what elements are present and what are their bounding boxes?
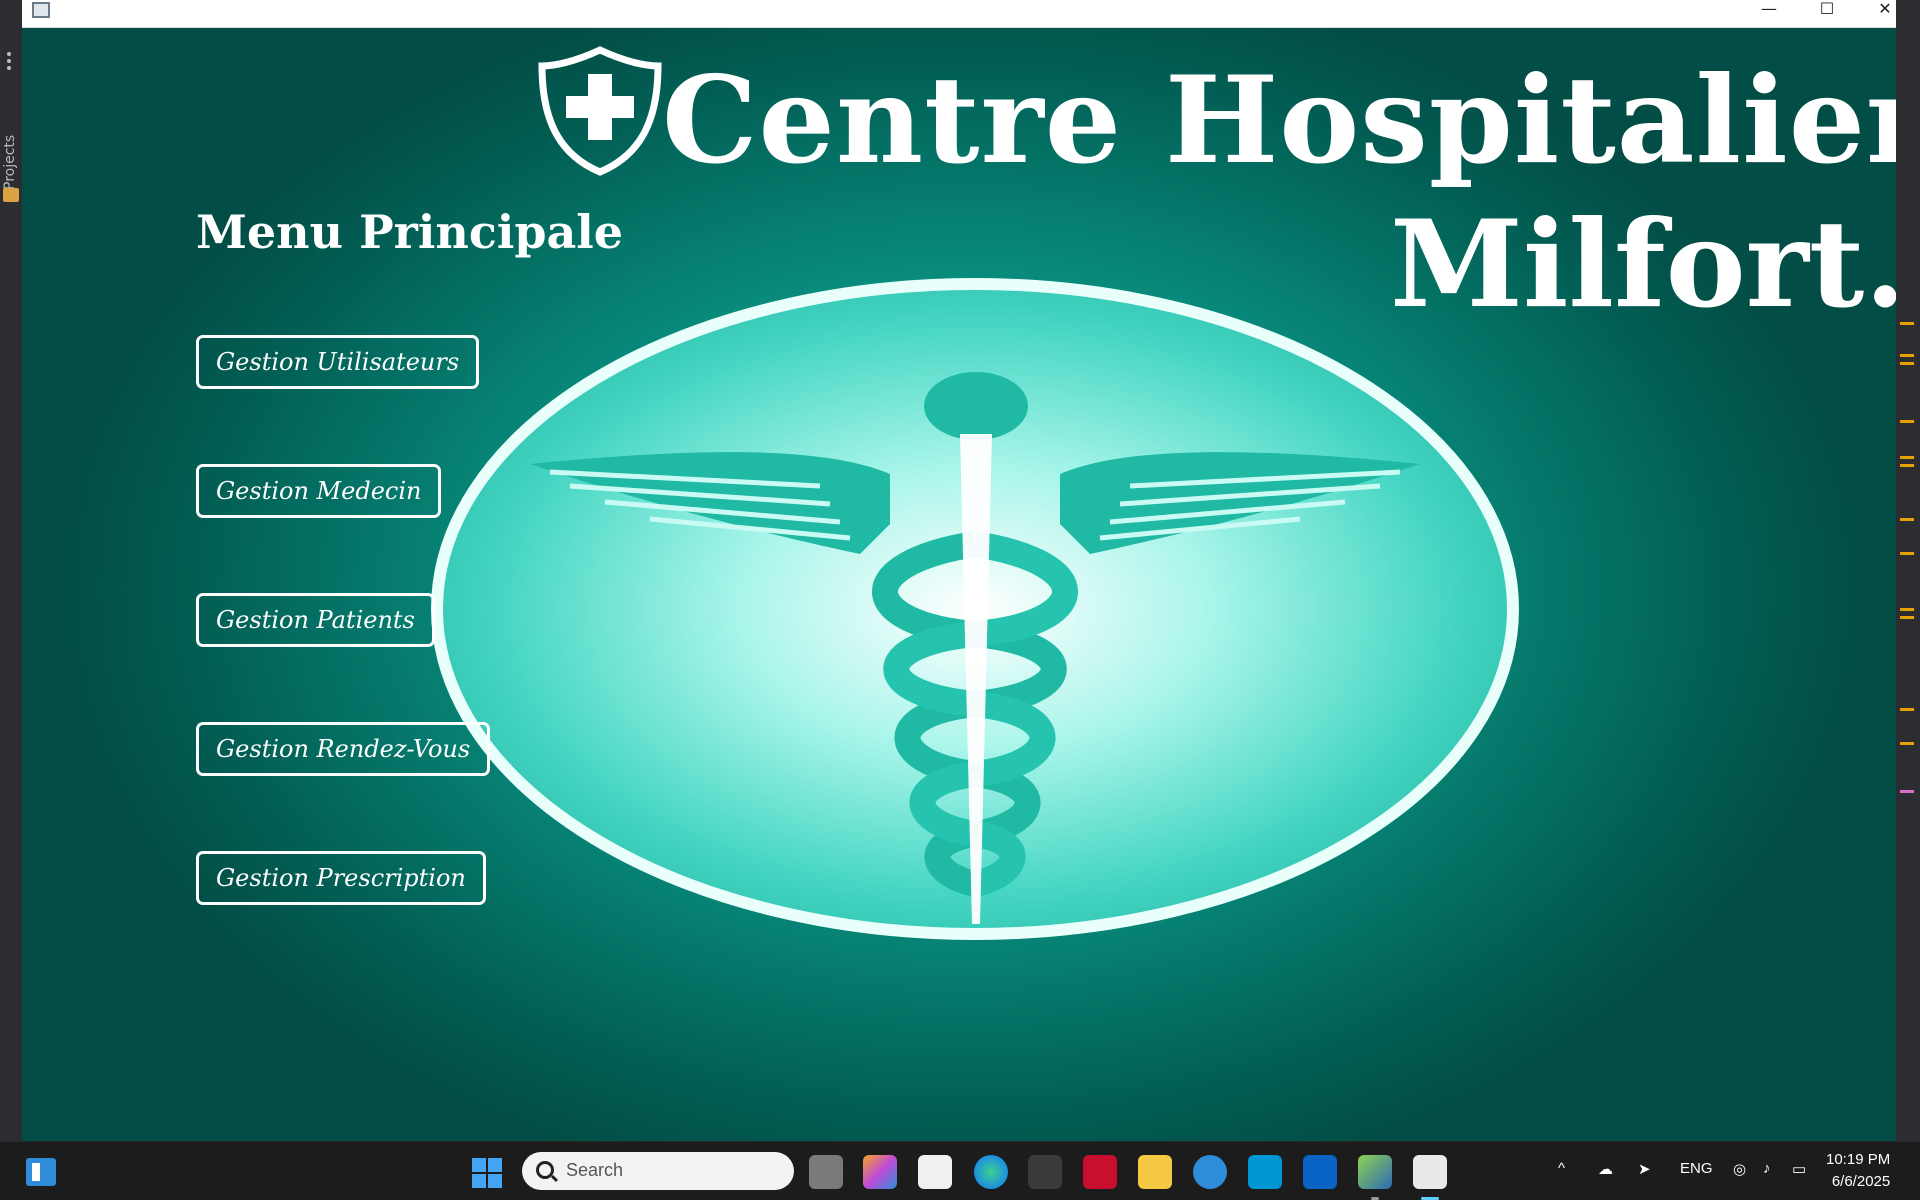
error-stripe-mark[interactable] xyxy=(1900,456,1914,459)
error-stripe-mark[interactable] xyxy=(1900,742,1914,745)
task-view-icon[interactable] xyxy=(809,1155,843,1189)
widgets-icon[interactable] xyxy=(26,1158,56,1186)
search-placeholder: Search xyxy=(566,1160,624,1180)
clock-date: 6/6/2025 xyxy=(1831,1173,1891,1190)
menu-heading: Menu Principale xyxy=(196,205,624,259)
mcafee-icon[interactable] xyxy=(1083,1155,1117,1189)
gestion-medecin-button[interactable]: Gestion Medecin xyxy=(196,464,442,518)
search-icon xyxy=(536,1161,554,1179)
error-stripe-mark[interactable] xyxy=(1900,708,1914,711)
main-panel: Centre Hospitalier Milfort. Menu Princip… xyxy=(22,28,1896,1141)
error-stripe-mark[interactable] xyxy=(1900,464,1914,467)
title-bar[interactable]: — ☐ ✕ xyxy=(22,0,1896,28)
error-stripe-mark[interactable] xyxy=(1900,362,1914,365)
gestion-patients-button[interactable]: Gestion Patients xyxy=(196,593,435,647)
volume-icon[interactable]: ♪ xyxy=(1763,1160,1771,1177)
gestion-rendez-vous-button[interactable]: Gestion Rendez-Vous xyxy=(196,722,491,776)
battery-icon[interactable]: ▭ xyxy=(1792,1160,1806,1178)
java-app-icon[interactable] xyxy=(1413,1155,1447,1200)
myhp-icon[interactable] xyxy=(1248,1155,1282,1189)
gestion-utilisateurs-button[interactable]: Gestion Utilisateurs xyxy=(196,335,480,389)
maximize-button[interactable]: ☐ xyxy=(1798,0,1856,20)
network-icon[interactable]: ◎ xyxy=(1733,1160,1746,1178)
location-icon[interactable]: ➤ xyxy=(1638,1160,1651,1178)
edge-browser-icon[interactable] xyxy=(974,1155,1008,1189)
chevron-up-icon[interactable]: ^ xyxy=(1558,1160,1565,1177)
error-stripe-mark[interactable] xyxy=(1900,518,1914,521)
ide-right-gutter xyxy=(1896,0,1920,1141)
copilot-icon[interactable] xyxy=(863,1155,897,1189)
error-stripe-mark[interactable] xyxy=(1900,608,1914,611)
taskbar: Search ^ ☁ ➤ ENG ◎ ♪ ▭ 10:19 PM 6/6/2025 xyxy=(0,1141,1920,1200)
hospital-title-line1: Centre Hospitalier xyxy=(662,50,1896,191)
error-stripe-mark[interactable] xyxy=(1900,790,1914,793)
error-stripe-mark[interactable] xyxy=(1900,552,1914,555)
error-stripe-mark[interactable] xyxy=(1900,354,1914,357)
app-icon xyxy=(32,2,50,18)
caduceus-emblem-icon xyxy=(431,278,1519,940)
ide-left-toolbar: Projects xyxy=(0,0,22,1141)
app-window: — ☐ ✕ Centre Hospitalier Milfort. Menu P… xyxy=(22,0,1896,1141)
start-button[interactable] xyxy=(472,1158,502,1188)
error-stripe-mark[interactable] xyxy=(1900,420,1914,423)
clock-time: 10:19 PM xyxy=(1826,1151,1891,1168)
gestion-prescription-button[interactable]: Gestion Prescription xyxy=(196,851,486,905)
microsoft-store-icon[interactable] xyxy=(918,1155,952,1189)
outlook-icon[interactable] xyxy=(1303,1155,1337,1189)
more-icon-dot xyxy=(7,59,11,63)
folder-icon[interactable] xyxy=(3,188,19,202)
more-icon[interactable] xyxy=(7,52,11,56)
hospital-title-line2: Milfort. xyxy=(1390,194,1896,335)
virtualbox-icon[interactable] xyxy=(1358,1155,1392,1200)
onedrive-icon[interactable]: ☁ xyxy=(1598,1160,1613,1178)
clock[interactable]: 10:19 PM 6/6/2025 xyxy=(1826,1149,1890,1193)
more-icon-dot xyxy=(7,66,11,70)
close-button[interactable]: ✕ xyxy=(1856,0,1896,20)
error-stripe-mark[interactable] xyxy=(1900,616,1914,619)
language-indicator[interactable]: ENG xyxy=(1680,1160,1713,1177)
file-explorer-icon[interactable] xyxy=(1138,1155,1172,1189)
minimize-button[interactable]: — xyxy=(1740,0,1798,20)
get-help-icon[interactable] xyxy=(1193,1155,1227,1189)
inkscape-icon[interactable] xyxy=(1028,1155,1062,1189)
projects-tab[interactable]: Projects xyxy=(2,135,18,190)
shield-cross-icon xyxy=(538,46,662,176)
taskbar-search[interactable]: Search xyxy=(522,1152,794,1190)
error-stripe-mark[interactable] xyxy=(1900,322,1914,325)
